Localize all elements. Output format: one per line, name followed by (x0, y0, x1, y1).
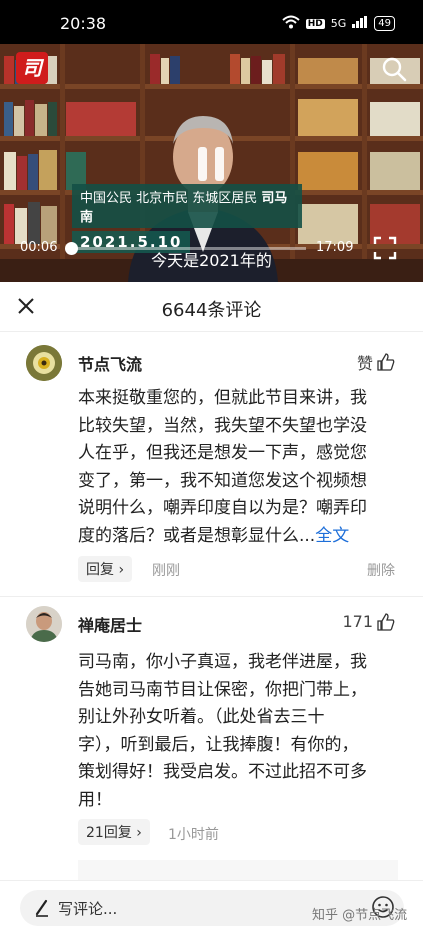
comment-body: 本来挺敬重您的，但就此节目来讲，我 比较失望，当然，我失望不失望也学没 人在乎，… (78, 385, 398, 550)
avatar[interactable] (26, 606, 62, 642)
signal-icon (352, 16, 368, 31)
current-time: 00:06 (20, 240, 58, 255)
comment-line: 司马南，你小子真逗，我老伴进屋，我 (78, 652, 367, 672)
video-caption: 中国公民 北京市民 东城区居民 司马南 2021.5.10 (72, 184, 302, 253)
comment-line: 字），听到最后，让我捧腹！有你的， (78, 734, 359, 755)
comment-line: 用！ (78, 789, 112, 810)
comment-line: 本来挺敬重您的，但就此节目来讲，我 (78, 388, 367, 408)
video-subtitle: 今天是2021年的 (151, 251, 272, 270)
caption-identity: 中国公民 北京市民 东城区居民 司马南 (72, 184, 302, 228)
status-time: 20:38 (60, 14, 107, 33)
comment-item: 节点飞流 赞 本来挺敬重您的，但就此节目来讲，我 比较失望，当然，我失望不失望也… (0, 332, 423, 602)
thumbs-up-icon (377, 353, 395, 371)
video-player[interactable]: 司 中国公民 北京市民 东城区居民 司马南 2021.5.10 今天是2021年… (0, 44, 423, 282)
hd-badge: HD (305, 18, 325, 29)
battery-indicator: 49 (374, 16, 395, 31)
like-label: 赞 (356, 354, 373, 373)
chevron-right-icon: › (118, 562, 125, 578)
pause-button[interactable] (193, 147, 229, 183)
comment-line: 比较失望，当然，我失望不失望也学没 (78, 415, 367, 436)
expand-full-text-link[interactable]: 全文 (315, 526, 349, 546)
comment-placeholder: 写评论... (58, 900, 118, 918)
like-button[interactable]: 171 (342, 612, 395, 631)
avatar-image (26, 606, 62, 642)
network-label: 5G (330, 17, 347, 30)
comment-time: 刚刚 (152, 563, 180, 579)
reply-button[interactable]: 回复 › (78, 556, 133, 582)
fullscreen-icon[interactable] (373, 236, 397, 260)
avatar-image (26, 345, 62, 381)
comment-line: 别让外孙女听着。（此处省去三十 (78, 707, 325, 727)
comment-line: 变了，第一，我不知道您发这个视频想 (78, 470, 367, 491)
pen-icon (35, 899, 48, 917)
comment-time: 1小时前 (168, 827, 219, 843)
chevron-right-icon: › (136, 825, 142, 841)
pause-icon-bar-right (215, 147, 224, 181)
status-icons: HD 5G 49 (282, 15, 395, 32)
comment-item: 禅庵居士 171 司马南，你小子真逗，我老伴进屋，我 告她司马南节目让保密，你把… (0, 598, 423, 868)
thumbs-up-icon (377, 612, 395, 631)
view-replies-button[interactable]: 21回复 › (78, 819, 150, 845)
comment-divider (0, 596, 423, 597)
source-watermark: 知乎 @节点飞流 (312, 908, 408, 923)
comment-line: 人在乎，但我还是想发一下声，感觉您 (78, 443, 367, 463)
comment-body: 司马南，你小子真逗，我老伴进屋，我 告她司马南节目让保密，你把门带上， 别让外孙… (78, 649, 398, 814)
progress-bar[interactable] (65, 242, 306, 255)
comments-header: 6644条评论 (0, 282, 423, 332)
like-count: 171 (342, 612, 373, 631)
like-button[interactable]: 赞 (357, 350, 395, 374)
delete-button[interactable]: 删除 (367, 560, 395, 580)
total-time: 17:09 (316, 240, 354, 255)
replies-count-label: 21回复 (86, 825, 132, 841)
comment-line: 说明什么，嘲弄印度自以为是？嘲弄印 (78, 498, 367, 518)
caption-prefix: 中国公民 北京市民 东城区居民 (80, 191, 258, 206)
comments-count-title: 6644条评论 (161, 300, 262, 321)
comment-line: 度的落后？或者是想彰显什么... (78, 525, 316, 546)
reply-preview-area (78, 860, 398, 882)
wifi-icon (282, 15, 300, 32)
app-screen: 20:38 HD 5G 49 司 中国公民 北京市民 东城区居民 司马南 202… (0, 0, 423, 935)
comment-line: 告她司马南节目让保密，你把门带上， (78, 679, 367, 700)
comment-username[interactable]: 节点飞流 (78, 351, 142, 375)
comment-line: 策划得好！我受启发。不过此招不可多 (78, 762, 367, 782)
comment-line-last: 度的落后？或者是想彰显什么...全文 (78, 523, 398, 551)
comment-username[interactable]: 禅庵居士 (78, 612, 142, 636)
pause-icon-bar-left (198, 147, 207, 181)
status-bar: 20:38 HD 5G 49 (0, 0, 423, 44)
channel-logo-back-button[interactable]: 司 (16, 52, 48, 84)
avatar[interactable] (26, 345, 62, 381)
reply-label: 回复 (86, 562, 114, 578)
search-icon[interactable] (381, 56, 407, 82)
